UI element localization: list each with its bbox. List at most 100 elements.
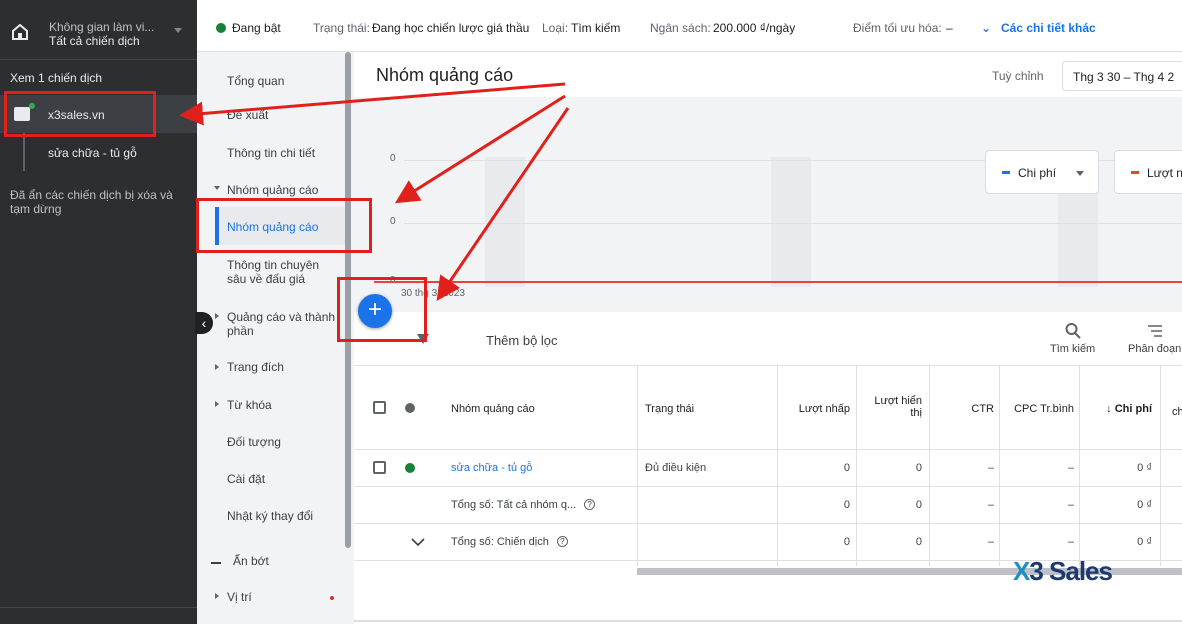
logo-x: X bbox=[1013, 556, 1030, 586]
expand-right-icon bbox=[215, 593, 219, 599]
chevron-down-icon[interactable] bbox=[411, 537, 425, 547]
row-cost: 0 ₫ bbox=[1137, 499, 1152, 511]
total-campaign-label: Tổng số: Chiến dịch? bbox=[451, 536, 568, 548]
row-cpc: – bbox=[1067, 536, 1074, 548]
status-enabled[interactable]: Đang bật bbox=[232, 21, 281, 35]
nav-recommendations[interactable]: Đề xuất bbox=[227, 108, 268, 122]
row-impressions: 0 bbox=[915, 499, 922, 511]
series-swatch bbox=[1002, 171, 1010, 174]
main-content: Nhóm quảng cáo Tuỳ chỉnh Thg 3 30 – Thg … bbox=[354, 52, 1182, 624]
workspace-scope: Tất cả chiến dịch bbox=[49, 34, 140, 48]
nav-keywords[interactable]: Từ khóa bbox=[227, 398, 272, 412]
ad-group-item[interactable]: sửa chữa - tủ gỗ bbox=[48, 146, 137, 160]
date-range-picker[interactable]: Thg 3 30 – Thg 4 2 bbox=[1062, 61, 1182, 91]
customize-label: Tuỳ chỉnh bbox=[992, 69, 1044, 83]
col-partial[interactable]: ch bbox=[1172, 406, 1182, 418]
expand-right-icon bbox=[215, 401, 219, 407]
table-row[interactable]: sửa chữa - tủ gỗ Đủ điều kiện 0 0 – – 0 … bbox=[354, 450, 1182, 487]
workspace-selector[interactable]: Không gian làm vi... Tất cả chiến dịch bbox=[0, 0, 197, 60]
page-title: Nhóm quảng cáo bbox=[376, 65, 514, 85]
budget-value: 200.000 ₫/ngày bbox=[713, 21, 796, 35]
nav-change-history[interactable]: Nhật ký thay đổi bbox=[227, 509, 313, 523]
nav-landing-pages[interactable]: Trang đích bbox=[227, 360, 284, 374]
tree-line bbox=[23, 133, 25, 171]
chevron-down-icon bbox=[174, 28, 182, 33]
nav-ad-groups-section[interactable]: Nhóm quảng cáo bbox=[227, 183, 318, 197]
performance-chart: 0 0 0 30 thg 3, 2023 Chi phí Lượt n bbox=[354, 97, 1182, 312]
state-label: Trạng thái: bbox=[313, 21, 370, 35]
col-ad-group[interactable]: Nhóm quảng cáo bbox=[451, 403, 535, 415]
opt-score-value: – bbox=[946, 21, 953, 35]
search-icon bbox=[1065, 323, 1081, 339]
series-swatch bbox=[1131, 171, 1139, 174]
col-avg-cpc[interactable]: CPC Tr.bình bbox=[1004, 403, 1074, 415]
more-details-link[interactable]: Các chi tiết khác bbox=[1001, 21, 1096, 35]
nav-ads-assets[interactable]: Quảng cáo và thành phần bbox=[227, 310, 342, 338]
search-tool[interactable]: Tìm kiếm bbox=[1050, 322, 1095, 355]
segment-tool[interactable]: Phân đoạn bbox=[1128, 322, 1181, 355]
total-all-text: Tổng số: Tất cả nhóm q... bbox=[451, 499, 577, 511]
nav-overview[interactable]: Tổng quan bbox=[227, 74, 284, 88]
col-cost[interactable]: ↓ Chi phí bbox=[1084, 403, 1152, 415]
home-icon bbox=[12, 24, 28, 40]
help-icon[interactable]: ? bbox=[584, 499, 596, 510]
row-cost: 0 ₫ bbox=[1137, 462, 1152, 474]
metric-label: Lượt n bbox=[1147, 166, 1182, 180]
row-cpc: – bbox=[1067, 499, 1074, 511]
y-tick: 0 bbox=[390, 153, 396, 164]
nav-audiences[interactable]: Đối tượng bbox=[227, 435, 281, 449]
campaign-status-bar: Đang bật Trạng thái: Đang học chiến lược… bbox=[197, 0, 1182, 52]
nav-locations[interactable]: Vị trí bbox=[227, 590, 252, 604]
collapse-dash-icon bbox=[211, 562, 221, 564]
ad-group-name-link[interactable]: sửa chữa - tủ gỗ bbox=[451, 462, 532, 474]
grid-line bbox=[404, 223, 1182, 224]
segment-icon bbox=[1147, 325, 1162, 337]
budget-label: Ngân sách: bbox=[650, 21, 711, 35]
row-impressions: 0 bbox=[915, 536, 922, 548]
highlight-box-campaign bbox=[4, 91, 156, 137]
col-ctr[interactable]: CTR bbox=[954, 403, 994, 415]
total-all-label: Tổng số: Tất cả nhóm q...? bbox=[451, 499, 596, 511]
nav-auction-insights[interactable]: Thông tin chuyên sâu về đấu giá bbox=[227, 258, 327, 286]
metric-selector-cost[interactable]: Chi phí bbox=[985, 150, 1099, 194]
metric-label: Chi phí bbox=[1018, 166, 1057, 180]
row-clicks: 0 bbox=[843, 462, 850, 474]
notification-dot bbox=[330, 596, 334, 600]
help-icon[interactable]: ? bbox=[556, 536, 568, 547]
search-tool-label: Tìm kiếm bbox=[1050, 343, 1096, 355]
add-filter-button[interactable]: Thêm bộ lọc bbox=[486, 333, 558, 348]
logo-text: 3 Sales bbox=[1029, 556, 1113, 586]
col-impressions[interactable]: Lượt hiển thị bbox=[869, 395, 922, 419]
col-status[interactable]: Trạng thái bbox=[645, 403, 694, 415]
collapse-nav-button[interactable]: ‹ bbox=[195, 312, 213, 334]
table-header: Nhóm quảng cáo Trạng thái Lượt nhấp Lượt… bbox=[354, 366, 1182, 450]
nav-insights[interactable]: Thông tin chi tiết bbox=[227, 146, 315, 160]
row-ctr: – bbox=[987, 462, 994, 474]
divider bbox=[354, 620, 1182, 622]
total-campaign-text: Tổng số: Chiến dịch bbox=[451, 536, 549, 548]
enabled-status-icon[interactable] bbox=[405, 463, 415, 473]
expand-right-icon bbox=[215, 313, 219, 319]
opt-score-label: Điểm tối ưu hóa: bbox=[853, 21, 942, 35]
nav-settings[interactable]: Cài đặt bbox=[227, 472, 265, 486]
row-cost: 0 ₫ bbox=[1137, 536, 1152, 548]
y-tick: 0 bbox=[390, 216, 396, 227]
row-checkbox[interactable] bbox=[373, 461, 386, 474]
col-clicks[interactable]: Lượt nhấp bbox=[784, 403, 850, 415]
row-impressions: 0 bbox=[915, 462, 922, 474]
row-ctr: – bbox=[987, 499, 994, 511]
hidden-campaigns-note: Đã ẩn các chiến dịch bị xóa và tạm dừng bbox=[10, 188, 173, 216]
row-ctr: – bbox=[987, 536, 994, 548]
table-total-row: Tổng số: Tất cả nhóm q...? 0 0 – – 0 ₫ bbox=[354, 487, 1182, 524]
nav-show-less[interactable]: Ẩn bớt bbox=[233, 554, 269, 568]
select-all-checkbox[interactable] bbox=[373, 401, 386, 414]
workspace-name: Không gian làm vi... bbox=[49, 20, 155, 34]
row-clicks: 0 bbox=[843, 536, 850, 548]
weekend-band bbox=[771, 157, 811, 287]
metric-selector-clicks[interactable]: Lượt n bbox=[1114, 150, 1182, 194]
highlight-box-ad-groups bbox=[196, 198, 372, 253]
series-line bbox=[374, 281, 1182, 283]
chevron-down-icon: ⌄ bbox=[981, 21, 992, 35]
divider bbox=[0, 607, 197, 608]
view-count-label: Xem 1 chiến dịch bbox=[10, 71, 103, 85]
